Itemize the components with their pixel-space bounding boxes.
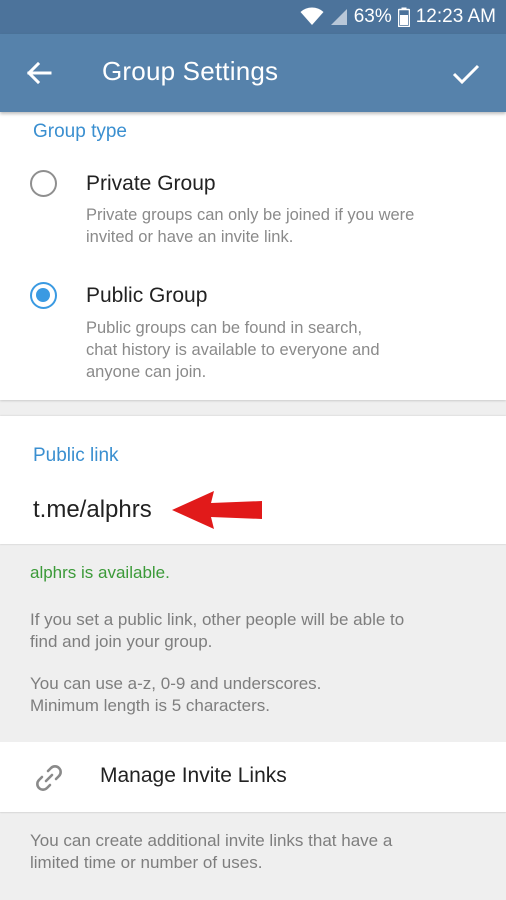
manage-invite-links-label: Manage Invite Links — [100, 764, 287, 787]
public-group-radio[interactable] — [30, 282, 57, 309]
done-button[interactable] — [448, 56, 484, 92]
public-link-input[interactable]: t.me/alphrs — [33, 496, 152, 524]
link-icon — [36, 765, 62, 791]
app-bar: Group Settings — [0, 34, 506, 112]
private-group-radio[interactable] — [30, 170, 57, 197]
invite-links-info: You can create additional invite links t… — [30, 831, 393, 872]
signal-icon — [330, 9, 347, 25]
battery-icon — [397, 7, 410, 27]
public-group-description: Public groups can be found in search, ch… — [86, 319, 380, 381]
public-link-header: Public link — [33, 445, 119, 466]
back-button[interactable] — [22, 56, 56, 90]
wifi-icon — [300, 7, 324, 25]
red-arrow-annotation — [172, 491, 262, 529]
clock: 12:23 AM — [415, 6, 496, 27]
public-group-title[interactable]: Public Group — [86, 284, 207, 308]
private-group-description: Private groups can only be joined if you… — [86, 206, 415, 246]
private-group-title[interactable]: Private Group — [86, 172, 216, 196]
back-arrow-icon — [26, 62, 52, 84]
group-type-header: Group type — [33, 121, 127, 142]
group-type-section: Group type Private Group Private groups … — [0, 112, 506, 400]
public-link-info: If you set a public link, other people w… — [30, 610, 405, 651]
username-rules: You can use a-z, 0-9 and underscores. Mi… — [30, 674, 322, 715]
manage-invite-links-row[interactable]: Manage Invite Links — [0, 742, 506, 812]
availability-status: alphrs is available. — [30, 563, 170, 582]
page-title: Group Settings — [102, 56, 279, 86]
status-bar: 63% 12:23 AM — [0, 0, 506, 34]
battery-percent: 63% — [353, 6, 392, 27]
checkmark-icon — [452, 64, 480, 85]
